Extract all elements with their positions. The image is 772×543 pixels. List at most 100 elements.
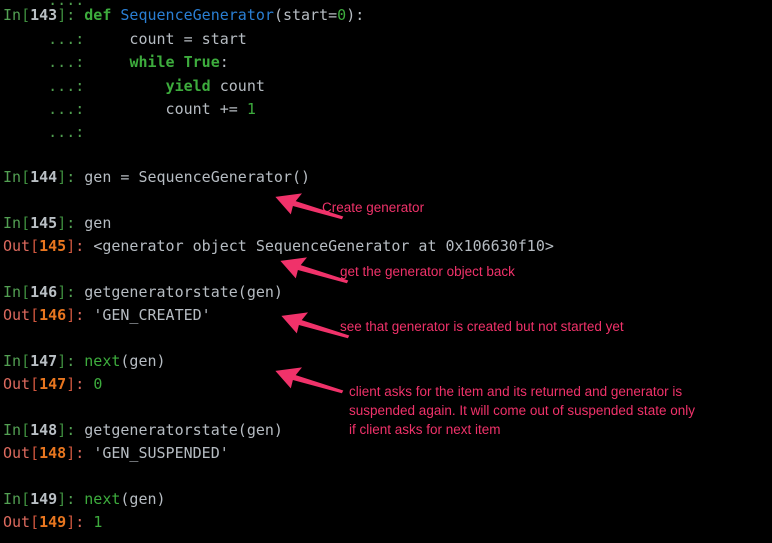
prompt-in-word: In: [3, 421, 22, 439]
console-input-line: In[149]: next(gen): [3, 490, 166, 508]
continuation-indent: [3, 30, 48, 48]
prompt-colon: :: [75, 513, 85, 531]
prompt-execution-number: 146: [39, 306, 67, 324]
code-token: getgeneratorstate(gen): [84, 283, 283, 301]
continuation-indent: [3, 123, 48, 141]
prompt-execution-number: 148: [39, 444, 67, 462]
code-token: 1: [93, 513, 103, 531]
code-token: (gen): [120, 490, 166, 508]
code-token: count: [210, 77, 265, 95]
prompt-execution-number: 147: [39, 375, 67, 393]
prompt-bracket-open: [: [30, 444, 40, 462]
prompt-colon: :: [66, 168, 76, 186]
code-token: 0: [93, 375, 103, 393]
prompt-bracket-close: ]: [57, 214, 67, 232]
code-token: (start=: [273, 6, 338, 24]
code-token: <generator object SequenceGenerator at 0…: [93, 237, 554, 255]
prompt-colon: :: [75, 444, 85, 462]
code-token: 1: [246, 100, 256, 118]
prompt-bracket-open: [: [30, 306, 40, 324]
prompt-in-word: In: [3, 6, 22, 24]
prompt-in-word: In: [3, 168, 22, 186]
prompt-colon: :: [66, 6, 76, 24]
continuation-prompt: ...:: [48, 100, 85, 118]
prompt-bracket-close: ]: [57, 421, 67, 439]
prompt-bracket-open: [: [21, 168, 31, 186]
code-token: def: [84, 6, 121, 24]
continuation-prompt: ...:: [48, 123, 85, 141]
prompt-execution-number: 148: [30, 421, 58, 439]
continuation-prompt: ...:: [48, 30, 85, 48]
console-input-line: In[143]: def SequenceGenerator(start=0):: [3, 6, 364, 24]
code-token: count = start: [93, 30, 247, 48]
code-token: SequenceGenerator: [120, 6, 274, 24]
code-token: ):: [346, 6, 365, 24]
code-token: 0: [337, 6, 347, 24]
code-token: 'GEN_CREATED': [93, 306, 211, 324]
console-input-line: In[144]: gen = SequenceGenerator(): [3, 168, 310, 186]
prompt-colon: :: [66, 352, 76, 370]
console-continuation-line: ...: while True:: [3, 53, 229, 71]
code-token: (gen): [120, 352, 166, 370]
console-input-line: In[146]: getgeneratorstate(gen): [3, 283, 283, 301]
prompt-bracket-open: [: [21, 490, 31, 508]
prompt-execution-number: 149: [30, 490, 58, 508]
prompt-bracket-open: [: [21, 421, 31, 439]
continuation-indent: [3, 53, 48, 71]
prompt-execution-number: 147: [30, 352, 58, 370]
prompt-colon: :: [66, 283, 76, 301]
prompt-out-word: Out: [3, 513, 31, 531]
console-continuation-line: ...:: [3, 123, 93, 141]
code-token: count +=: [93, 100, 247, 118]
prompt-colon: :: [75, 306, 85, 324]
code-token: 'GEN_SUSPENDED': [93, 444, 229, 462]
prompt-bracket-close: ]: [57, 6, 67, 24]
console-output-line: Out[145]: <generator object SequenceGene…: [3, 237, 554, 255]
prompt-in-word: In: [3, 214, 22, 232]
prompt-colon: :: [75, 237, 85, 255]
prompt-execution-number: 143: [30, 6, 58, 24]
code-token: while True: [129, 53, 220, 71]
prompt-in-word: In: [3, 352, 22, 370]
prompt-in-word: In: [3, 490, 22, 508]
prompt-execution-number: 145: [30, 214, 58, 232]
prompt-bracket-close: ]: [57, 352, 67, 370]
console-continuation-line: ...: count += 1: [3, 100, 256, 118]
prompt-bracket-open: [: [30, 237, 40, 255]
console-output-line: Out[149]: 1: [3, 513, 102, 531]
code-token: next: [84, 352, 121, 370]
prompt-colon: :: [66, 214, 76, 232]
prompt-in-word: In: [3, 283, 22, 301]
console-output-line: Out[147]: 0: [3, 375, 102, 393]
prompt-out-word: Out: [3, 444, 31, 462]
prompt-bracket-open: [: [30, 375, 40, 393]
prompt-colon: :: [66, 490, 76, 508]
code-token: next: [84, 490, 121, 508]
prompt-bracket-close: ]: [57, 490, 67, 508]
continuation-prompt: ...:: [48, 53, 85, 71]
prompt-bracket-close: ]: [66, 444, 76, 462]
prompt-out-word: Out: [3, 306, 31, 324]
console-continuation-line: ...: count = start: [3, 30, 247, 48]
continuation-prompt: ...:: [48, 77, 85, 95]
ipython-console[interactable]: ...: In[143]: def SequenceGenerator(star…: [0, 0, 772, 543]
prompt-bracket-close: ]: [66, 513, 76, 531]
prompt-out-word: Out: [3, 237, 31, 255]
console-output-line: Out[146]: 'GEN_CREATED': [3, 306, 211, 324]
prompt-bracket-open: [: [21, 6, 31, 24]
prompt-bracket-close: ]: [66, 306, 76, 324]
prompt-execution-number: 146: [30, 283, 58, 301]
console-input-line: In[145]: gen: [3, 214, 111, 232]
